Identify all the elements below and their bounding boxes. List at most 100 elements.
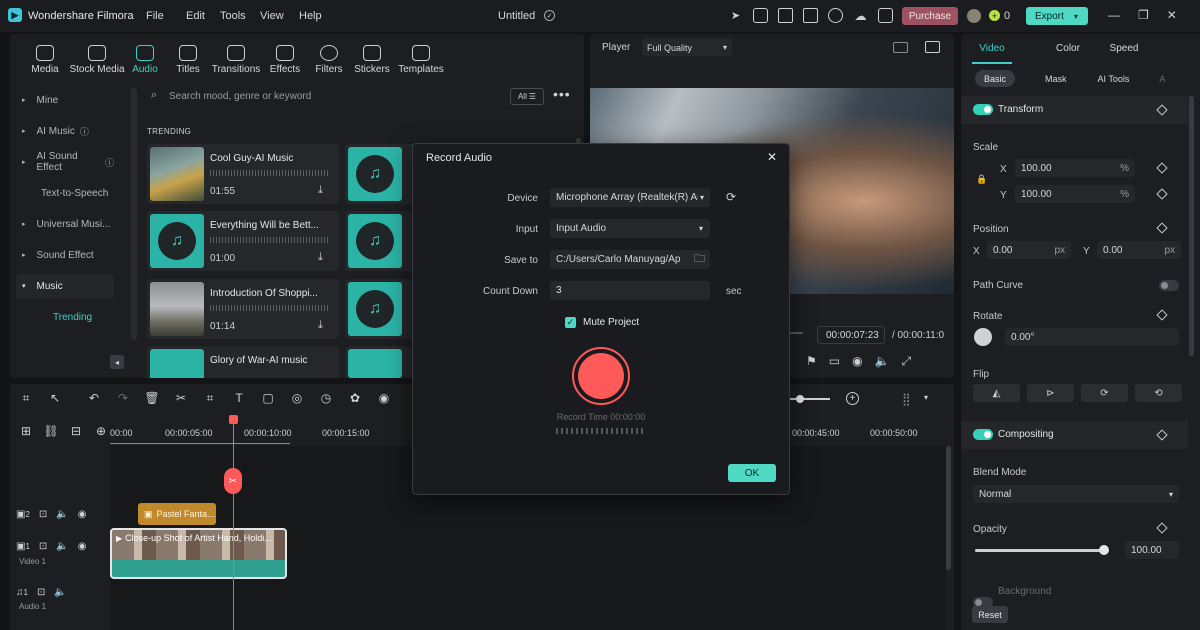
keyframe-icon[interactable] <box>1156 429 1168 441</box>
snap-icon[interactable]: ⊟ <box>68 424 84 438</box>
send-icon[interactable]: ➤ <box>728 8 743 23</box>
layout-icon[interactable]: ⌗ <box>18 391 34 405</box>
record-button[interactable] <box>572 347 630 405</box>
crop-icon[interactable]: ⌗ <box>202 391 218 405</box>
filter-all-button[interactable]: All ☰ <box>510 88 544 105</box>
sidebar-item-ai-music[interactable]: ▸ AI Music ⓘ <box>16 119 114 143</box>
tab-video[interactable]: Video <box>972 34 1012 64</box>
cloud-icon[interactable]: ☁ <box>853 8 868 23</box>
grid-view-icon[interactable] <box>893 42 908 53</box>
folder-icon[interactable]: ⊡ <box>39 509 47 520</box>
tab-stock-media[interactable]: Stock Media <box>66 45 128 75</box>
tab-effects[interactable]: Effects <box>268 45 302 75</box>
properties-scrollbar[interactable] <box>1189 96 1194 356</box>
headset-icon[interactable] <box>828 8 843 23</box>
subtab-audio[interactable]: A <box>1159 74 1165 84</box>
image-icon[interactable] <box>778 8 793 23</box>
folder-icon[interactable]: ⊡ <box>37 587 45 598</box>
sidebar-item-ai-sound-effect[interactable]: ▸ AI Sound Effect ⓘ <box>16 150 114 174</box>
keyframe-icon[interactable] <box>1156 104 1168 116</box>
sidebar-item-music[interactable]: ▾ Music <box>16 274 114 298</box>
reset-button[interactable]: Reset <box>972 606 1008 623</box>
track-card[interactable] <box>345 346 415 378</box>
position-x-input[interactable]: 0.00 px <box>987 241 1071 259</box>
sidebar-item-sound-effect[interactable]: ▸ Sound Effect <box>16 243 114 267</box>
tab-titles[interactable]: Titles <box>172 45 204 75</box>
text-icon[interactable]: T <box>231 391 247 405</box>
blend-mode-select[interactable]: Normal ▾ <box>973 485 1179 503</box>
select-tool-icon[interactable]: ↖ <box>47 391 63 405</box>
opacity-slider-handle[interactable] <box>1099 545 1109 555</box>
video-clip[interactable]: ▶ Close-up Shot of Artist Hand, Holdi... <box>110 528 287 579</box>
zoom-in-icon[interactable]: + <box>846 392 859 405</box>
speed-icon[interactable]: ◷ <box>318 391 334 405</box>
notification-icon[interactable] <box>878 8 893 23</box>
link-icon[interactable]: ⛓ <box>43 424 59 438</box>
shape-icon[interactable]: ▢ <box>260 391 276 405</box>
image-icon[interactable] <box>925 41 940 53</box>
snapshot-icon[interactable]: ◉ <box>852 354 862 369</box>
lock-icon[interactable]: 🔒 <box>976 174 987 185</box>
track-card[interactable]: Introduction Of Shoppi... 01:14 ⤓ <box>147 279 339 339</box>
rotate-input[interactable]: 0.00° <box>1005 328 1179 346</box>
speaker-icon[interactable]: 🔈 <box>56 509 68 520</box>
track-card[interactable]: Glory of War-AI music <box>147 346 339 378</box>
cut-icon[interactable]: ✂ <box>173 391 189 405</box>
menu-tools[interactable]: Tools <box>220 10 260 22</box>
color-icon[interactable]: ✿ <box>347 391 363 405</box>
track-card[interactable]: ♫ <box>345 211 415 271</box>
purchase-button[interactable]: Purchase <box>902 7 958 25</box>
tab-filters[interactable]: Filters <box>312 45 346 75</box>
tab-audio[interactable]: Audio <box>128 45 162 75</box>
save-icon[interactable] <box>803 8 818 23</box>
rotate-right-button[interactable]: ⟳ <box>1081 384 1128 402</box>
track-card[interactable]: ♫ Everything Will be Bett... 01:00 ⤓ <box>147 211 339 271</box>
delete-icon[interactable]: 🗑 <box>144 391 160 405</box>
progress-track[interactable] <box>789 332 803 334</box>
speaker-icon[interactable]: 🔈 <box>54 587 66 598</box>
input-select[interactable]: Input Audio ▾ <box>550 219 710 238</box>
tab-media[interactable]: Media <box>28 45 62 75</box>
menu-view[interactable]: View <box>260 10 299 22</box>
display-icon[interactable]: ▭ <box>829 354 840 369</box>
transform-toggle[interactable] <box>973 104 993 115</box>
tab-transitions[interactable]: Transitions <box>212 45 260 75</box>
export-button[interactable]: Export ▾ <box>1026 7 1088 25</box>
minimize-icon[interactable]: — <box>1108 8 1120 22</box>
keyframe-icon[interactable] <box>1156 188 1168 200</box>
compositing-toggle[interactable] <box>973 429 993 440</box>
track-card[interactable]: ♫ <box>345 279 415 339</box>
ok-button[interactable]: OK <box>728 464 776 482</box>
opacity-slider[interactable] <box>975 549 1105 552</box>
subtab-ai-tools[interactable]: AI Tools <box>1098 74 1130 84</box>
avatar[interactable] <box>967 9 981 23</box>
menu-file[interactable]: File <box>146 10 186 22</box>
rotate-dial[interactable] <box>974 328 992 346</box>
menu-help[interactable]: Help <box>299 10 322 22</box>
maximize-icon[interactable]: ❐ <box>1138 8 1149 22</box>
keyframe-icon[interactable] <box>1156 162 1168 174</box>
folder-icon[interactable]: 🗀 <box>694 250 705 269</box>
tab-stickers[interactable]: Stickers <box>354 45 390 75</box>
download-icon[interactable]: ⤓ <box>318 251 323 264</box>
keyframe-icon[interactable] <box>1156 309 1168 321</box>
keyframe-icon[interactable] <box>1156 222 1168 234</box>
download-icon[interactable]: ⤓ <box>318 184 323 197</box>
grid-icon[interactable]: ⣿ <box>902 392 911 406</box>
path-curve-toggle[interactable] <box>1159 280 1179 291</box>
scale-y-input[interactable]: 100.00% <box>1015 185 1135 203</box>
opacity-input[interactable]: 100.00 <box>1125 541 1179 559</box>
marker-icon[interactable]: ⊕ <box>93 424 109 438</box>
quality-select[interactable]: Full Quality ▾ <box>642 39 732 56</box>
flip-horizontal-button[interactable]: ◭ <box>973 384 1020 402</box>
eye-icon[interactable]: ◉ <box>78 509 87 520</box>
mask-icon[interactable]: ◎ <box>289 391 305 405</box>
download-icon[interactable]: ⤓ <box>318 319 323 332</box>
menu-edit[interactable]: Edit <box>186 10 220 22</box>
refresh-icon[interactable]: ⟳ <box>726 190 736 204</box>
chevron-down-icon[interactable]: ▾ <box>924 393 928 402</box>
saveto-input[interactable]: C:/Users/Carlo Manuyag/Ap 🗀 <box>550 250 710 269</box>
redo-icon[interactable]: ↷ <box>115 391 131 405</box>
flip-vertical-button[interactable]: ⊳ <box>1027 384 1074 402</box>
playhead-marker[interactable] <box>229 415 238 424</box>
